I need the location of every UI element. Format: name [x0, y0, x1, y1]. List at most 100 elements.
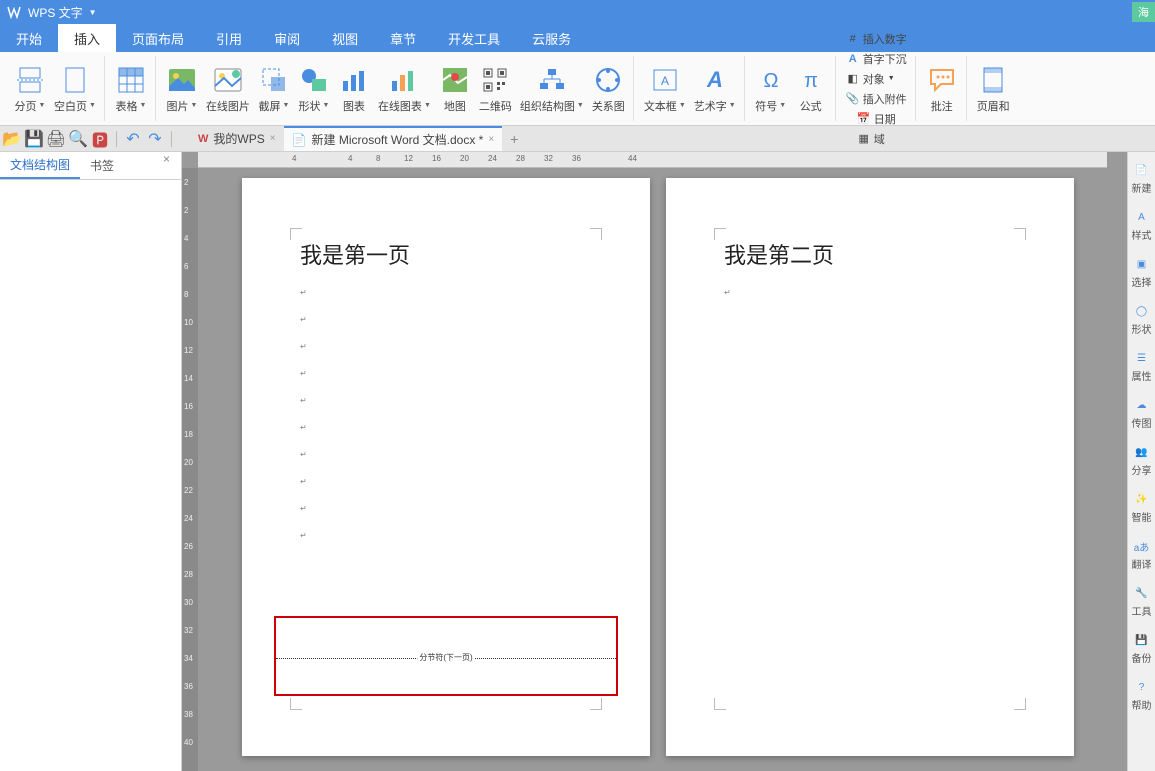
table-button[interactable]: 表格▼	[111, 62, 151, 116]
equation-button[interactable]: π 公式	[791, 62, 831, 116]
save-icon[interactable]: 💾	[26, 131, 42, 147]
screenshot-button[interactable]: 截屏▼	[254, 62, 294, 116]
picture-button[interactable]: 图片▼	[162, 62, 202, 116]
header-footer-button[interactable]: 页眉和	[973, 62, 1014, 116]
select-icon: ▣	[1134, 256, 1150, 272]
menu-reference[interactable]: 引用	[200, 24, 258, 52]
rail-new[interactable]: 📄新建	[1130, 158, 1154, 199]
pane-tab-structure[interactable]: 文档结构图	[0, 152, 80, 179]
online-chart-icon	[388, 64, 420, 96]
close-tab-icon[interactable]: ×	[270, 133, 276, 144]
tab-my-wps[interactable]: W 我的WPS ×	[190, 126, 284, 151]
rail-upload[interactable]: ☁传图	[1130, 393, 1154, 434]
number-icon: #	[846, 32, 860, 46]
smart-icon: ✨	[1134, 491, 1150, 507]
qrcode-icon	[479, 64, 511, 96]
comment-icon	[926, 64, 958, 96]
rail-smart[interactable]: ✨智能	[1130, 487, 1154, 528]
document-tabs: W 我的WPS × 📄 新建 Microsoft Word 文档.docx * …	[190, 126, 526, 151]
property-icon: ☰	[1134, 350, 1150, 366]
comment-button[interactable]: 批注	[922, 62, 962, 116]
redo-icon[interactable]: ↷	[147, 131, 163, 147]
blank-page-icon	[59, 64, 91, 96]
pi-icon: π	[795, 64, 827, 96]
relation-icon	[592, 64, 624, 96]
textbox-button[interactable]: A 文本框▼	[640, 62, 690, 116]
menu-insert[interactable]: 插入	[58, 24, 116, 52]
tools-icon: 🔧	[1134, 585, 1150, 601]
menu-view[interactable]: 视图	[316, 24, 374, 52]
shape-rail-icon: ◯	[1134, 303, 1150, 319]
attachment-button[interactable]: 📎插入附件	[842, 89, 911, 109]
right-rail: 📄新建 A样式 ▣选择 ◯形状 ☰属性 ☁传图 👥分享 ✨智能 aあ翻译 🔧工具…	[1127, 152, 1155, 771]
dropcap-icon: A	[846, 52, 860, 66]
rail-select[interactable]: ▣选择	[1130, 252, 1154, 293]
menu-chapter[interactable]: 章节	[374, 24, 432, 52]
object-button[interactable]: ◧对象▼	[842, 69, 911, 89]
app-logo-icon	[4, 2, 24, 22]
symbol-button[interactable]: Ω 符号▼	[751, 62, 791, 116]
translate-icon: aあ	[1134, 538, 1150, 554]
insert-number-button[interactable]: #插入数字	[842, 29, 911, 49]
print-preview-icon[interactable]: 🔍	[70, 131, 86, 147]
qrcode-button[interactable]: 二维码	[475, 62, 516, 116]
app-menu-dropdown[interactable]: ▼	[89, 8, 97, 17]
blank-page-button[interactable]: 空白页▼	[50, 62, 100, 116]
wordart-button[interactable]: A 艺术字▼	[690, 62, 740, 116]
rail-tools[interactable]: 🔧工具	[1130, 581, 1154, 622]
relation-button[interactable]: 关系图	[588, 62, 629, 116]
orgchart-icon	[536, 64, 568, 96]
pane-close-button[interactable]: ×	[163, 152, 177, 166]
rail-backup[interactable]: 💾备份	[1130, 628, 1154, 669]
menu-review[interactable]: 审阅	[258, 24, 316, 52]
orgchart-button[interactable]: 组织结构图▼	[516, 62, 588, 116]
backup-icon: 💾	[1134, 632, 1150, 648]
document-area[interactable]: 2 2 4 6 8 10 12 14 16 18 20 22 24 26 28 …	[182, 152, 1127, 771]
menu-page-layout[interactable]: 页面布局	[116, 24, 200, 52]
menu-bar: 开始 插入 页面布局 引用 审阅 视图 章节 开发工具 云服务	[0, 24, 1155, 52]
map-icon	[439, 64, 471, 96]
online-picture-button[interactable]: 在线图片	[202, 62, 254, 116]
rail-style[interactable]: A样式	[1130, 205, 1154, 246]
close-tab-icon[interactable]: ×	[488, 134, 494, 145]
page-1[interactable]: 我是第一页 ↵↵↵↵ ↵↵↵↵ ↵↵ 分节符(下一页)	[242, 178, 650, 756]
open-icon[interactable]: 📂	[4, 131, 20, 147]
rail-property[interactable]: ☰属性	[1130, 346, 1154, 387]
menu-cloud[interactable]: 云服务	[516, 24, 587, 52]
calendar-icon: 📅	[857, 112, 871, 126]
shape-icon	[298, 64, 330, 96]
cloud-badge[interactable]: 海	[1132, 2, 1155, 22]
export-pdf-icon[interactable]: 🅿	[92, 131, 108, 147]
page-2[interactable]: 我是第二页 ↵	[666, 178, 1074, 756]
left-panel: 文档结构图 书签 ×	[0, 152, 182, 771]
rail-help[interactable]: ?帮助	[1130, 675, 1154, 716]
page-break-button[interactable]: 分页▼	[10, 62, 50, 116]
map-button[interactable]: 地图	[435, 62, 475, 116]
new-tab-button[interactable]: +	[502, 126, 526, 151]
header-footer-icon	[977, 64, 1009, 96]
title-bar: WPS 文字 ▼ 海	[0, 0, 1155, 24]
pane-tab-bookmark[interactable]: 书签	[80, 152, 124, 179]
style-icon: A	[1134, 209, 1150, 225]
undo-icon[interactable]: ↶	[125, 131, 141, 147]
field-button[interactable]: ▦域	[853, 129, 900, 149]
print-icon[interactable]: 🖨	[48, 131, 64, 147]
shape-button[interactable]: 形状▼	[294, 62, 334, 116]
help-icon: ?	[1134, 679, 1150, 695]
rail-translate[interactable]: aあ翻译	[1130, 534, 1154, 575]
menu-dev-tools[interactable]: 开发工具	[432, 24, 516, 52]
object-icon: ◧	[846, 72, 860, 86]
vertical-ruler: 2 2 4 6 8 10 12 14 16 18 20 22 24 26 28 …	[182, 168, 198, 771]
new-doc-icon: 📄	[1134, 162, 1150, 178]
dropcap-button[interactable]: A首字下沉	[842, 49, 911, 69]
datetime-button[interactable]: 📅日期	[853, 109, 900, 129]
rail-share[interactable]: 👥分享	[1130, 440, 1154, 481]
online-chart-button[interactable]: 在线图表▼	[374, 62, 435, 116]
rail-shape[interactable]: ◯形状	[1130, 299, 1154, 340]
chart-button[interactable]: 图表	[334, 62, 374, 116]
omega-icon: Ω	[755, 64, 787, 96]
menu-start[interactable]: 开始	[0, 24, 58, 52]
tab-document[interactable]: 📄 新建 Microsoft Word 文档.docx * ×	[284, 126, 503, 151]
quick-access-bar: 📂 💾 🖨 🔍 🅿 ↶ ↷ W 我的WPS × 📄 新建 Microsoft W…	[0, 126, 1155, 152]
online-picture-icon	[212, 64, 244, 96]
